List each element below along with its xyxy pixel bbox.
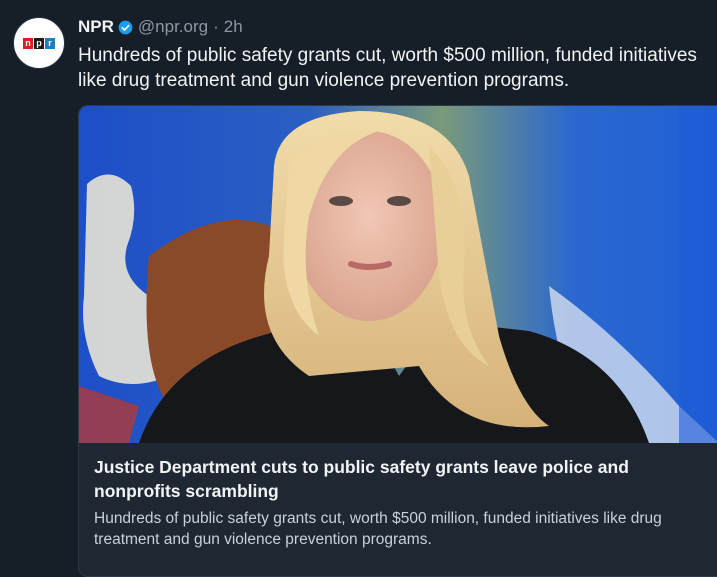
author-name[interactable]: NPR	[78, 17, 114, 37]
post-header: NPR @npr.org · 2h	[78, 16, 243, 38]
npr-avatar[interactable]: npr	[13, 17, 65, 69]
article-photo	[79, 106, 717, 443]
card-title[interactable]: Justice Department cuts to public safety…	[94, 455, 714, 503]
post: npr NPR @npr.org · 2h Hundreds of public…	[0, 0, 717, 577]
post-timestamp[interactable]: 2h	[224, 17, 243, 37]
card-description: Hundreds of public safety grants cut, wo…	[94, 510, 662, 548]
verified-badge-icon	[118, 20, 133, 35]
link-card[interactable]: Justice Department cuts to public safety…	[78, 105, 717, 577]
npr-logo-icon: npr	[23, 37, 55, 49]
separator-dot: ·	[213, 17, 219, 36]
post-text: Hundreds of public safety grants cut, wo…	[78, 45, 697, 91]
author-handle[interactable]: @npr.org	[138, 17, 208, 37]
